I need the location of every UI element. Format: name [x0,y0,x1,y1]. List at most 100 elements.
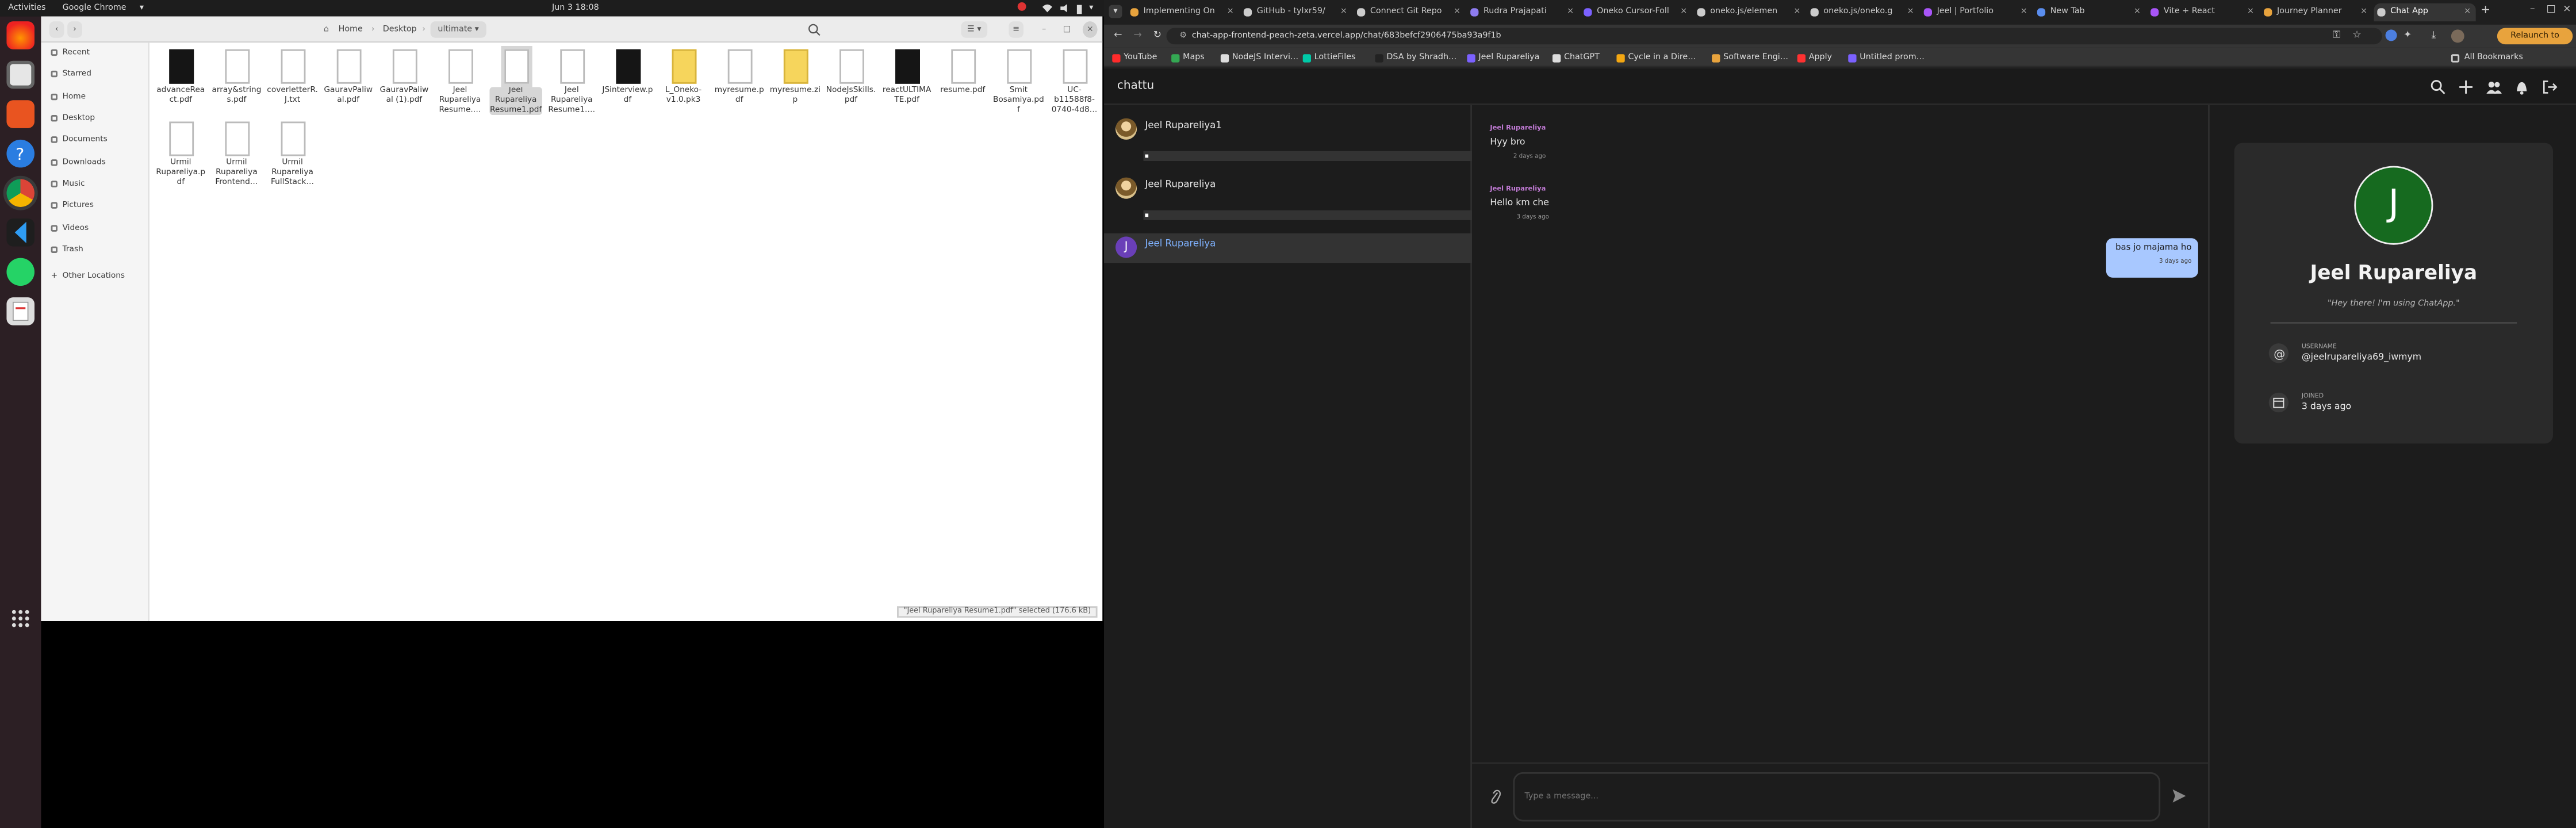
address-bar[interactable]: ⚙ chat-app-frontend-peach-zeta.vercel.app… [1166,28,2382,45]
home-icon[interactable]: ⌂ [324,21,329,38]
minimize-icon[interactable]: – [1037,21,1052,38]
bookmark-item[interactable]: DSA by Shradh… [1375,49,1456,66]
file-item[interactable]: UC-b11588f8-0740-4d8… [1048,49,1101,116]
conversation-item[interactable]: Jeel Rupareliya [1104,174,1472,204]
volume-icon[interactable] [1060,2,1071,12]
breadcrumb-home[interactable]: Home [339,21,363,38]
whatsapp-icon[interactable] [6,258,34,286]
all-bookmarks[interactable]: All Bookmarks [2451,49,2523,66]
site-info-icon[interactable]: ⚙ [1179,31,1187,41]
sidebar-item-desktop[interactable]: Desktop [51,112,95,128]
forward-icon[interactable]: → [1133,29,1141,41]
bookmark-star-icon[interactable]: ☆ [2352,29,2361,41]
download-icon[interactable]: ⤓ [2432,29,2436,43]
file-item[interactable]: array&strings.pdf [210,49,263,106]
file-item[interactable]: myresume.zip [769,49,821,106]
search-icon[interactable] [2430,79,2447,95]
sidebar-item-music[interactable]: Music [51,178,85,194]
bookmark-item[interactable]: Cycle in a Dire… [1616,49,1696,66]
attachment-icon[interactable] [1489,788,1502,805]
file-item[interactable]: myresume.pdf [713,49,765,106]
browser-tab[interactable]: Oneko Cursor-Foll × [1581,3,1692,21]
back-button[interactable]: ‹ [49,21,64,38]
bookmark-item[interactable]: ChatGPT [1552,49,1600,66]
menu-icon[interactable]: ≡ [1009,21,1023,38]
sidebar-item-documents[interactable]: Documents [51,133,108,150]
browser-tab[interactable]: Chat App × [2374,3,2476,22]
bookmark-item[interactable]: Software Engi… [1712,49,1788,66]
file-item[interactable]: Urmil Rupareliya FullStack… [266,121,319,187]
bookmark-item[interactable]: Apply [1797,49,1832,66]
new-tab-button[interactable]: + [2481,3,2490,17]
sidebar-item-trash[interactable]: Trash [51,243,83,260]
tab-close-icon[interactable]: × [2464,3,2471,21]
conversation-item[interactable]: J Jeel Rupareliya [1104,233,1472,263]
browser-tab[interactable]: oneko.js/elemen × [1694,3,1805,21]
file-item[interactable]: NodeJsSkills.pdf [825,49,877,106]
show-apps-grid-icon[interactable] [12,610,29,627]
browser-tab[interactable]: Journey Planner × [2260,3,2372,21]
tab-close-icon[interactable]: × [1567,3,1574,21]
view-toggle-icon[interactable]: ☰ ▾ [961,21,988,38]
reload-icon[interactable]: ↻ [1153,29,1162,41]
add-icon[interactable] [2458,79,2474,95]
browser-tab[interactable]: Jeel | Portfolio × [1920,3,2032,21]
bookmark-item[interactable]: NodeJS Intervi… [1220,49,1298,66]
vscode-icon[interactable] [6,218,34,247]
help-icon[interactable]: ? [6,139,34,168]
search-icon[interactable] [807,21,822,38]
tab-close-icon[interactable]: × [2360,3,2367,21]
browser-tab[interactable]: Connect Git Repo × [1354,3,1465,21]
profile-avatar[interactable] [2451,29,2464,43]
sidebar-item-downloads[interactable]: Downloads [51,156,106,172]
password-key-icon[interactable]: ⚿ [2333,29,2340,43]
breadcrumb-desktop[interactable]: Desktop [383,21,417,38]
file-item[interactable]: L_Oneko-v1.0.pk3 [657,49,710,106]
breadcrumb-ultimate[interactable]: ultimate ▾ [430,21,486,38]
tab-close-icon[interactable]: × [1227,3,1234,21]
message-input[interactable] [1513,772,2161,822]
file-item[interactable]: coverletterR.J.txt [266,49,319,106]
tab-close-icon[interactable]: × [1793,3,1800,21]
close-icon[interactable]: × [2563,3,2571,15]
file-item[interactable]: resume.pdf [937,49,989,97]
browser-tab[interactable]: Rudra Prajapati × [1467,3,1578,21]
sidebar-item-pictures[interactable]: Pictures [51,199,94,216]
sidebar-item-starred[interactable]: Starred [51,67,91,84]
clock[interactable]: Jun 3 18:08 [552,2,599,12]
send-icon[interactable] [2172,788,2187,803]
file-item[interactable]: Urmil Rupareliya Frontend… [210,121,263,187]
app-center-icon[interactable] [6,100,34,128]
browser-tab[interactable]: New Tab × [2034,3,2145,21]
conversation-item[interactable]: Jeel Rupareliya1 [1104,115,1472,144]
battery-icon[interactable] [1076,2,1082,14]
tab-close-icon[interactable]: × [1340,3,1347,21]
file-item[interactable]: Jeel Rupareliya Resume1.pdf [489,46,542,116]
maximize-icon[interactable]: □ [1060,21,1075,38]
file-item[interactable]: Smit Bosamiya.pdf [992,49,1045,116]
app-logo[interactable]: chattu [1117,79,1154,92]
tab-close-icon[interactable]: × [1680,3,1687,21]
tab-close-icon[interactable]: × [2134,3,2141,21]
wifi-icon[interactable] [1041,2,1053,12]
bookmark-item[interactable]: Jeel Rupareliya [1467,49,1539,66]
back-icon[interactable]: ← [1114,29,1122,41]
notification-bell-icon[interactable] [2513,79,2530,95]
sidebar-item-recent[interactable]: Recent [51,46,90,63]
file-item[interactable]: Urmil Rupareliya.pdf [155,121,207,187]
file-item[interactable]: advanceReact.pdf [155,49,207,106]
file-item[interactable]: Jeel Rupareliya Resume1.… [546,49,598,116]
sidebar-item-home[interactable]: Home [51,90,86,107]
file-item[interactable]: JSinterview.pdf [601,49,654,106]
maximize-icon[interactable]: □ [2547,3,2556,15]
chrome-icon[interactable] [3,175,38,210]
document-viewer-icon[interactable] [6,297,34,325]
sidebar-item-other-locations[interactable]: + Other Locations [51,270,125,286]
close-icon[interactable]: × [1082,21,1098,38]
extensions-puzzle-icon[interactable]: ✦ [2404,29,2412,41]
browser-tab[interactable]: oneko.js/oneko.g × [1807,3,1919,21]
file-item[interactable]: reactULTIMATE.pdf [880,49,933,106]
sidebar-item-videos[interactable]: Videos [51,222,89,239]
file-item[interactable]: GauravPaliwal.pdf [322,49,374,106]
tab-search-icon[interactable]: ▾ [1109,5,1122,18]
